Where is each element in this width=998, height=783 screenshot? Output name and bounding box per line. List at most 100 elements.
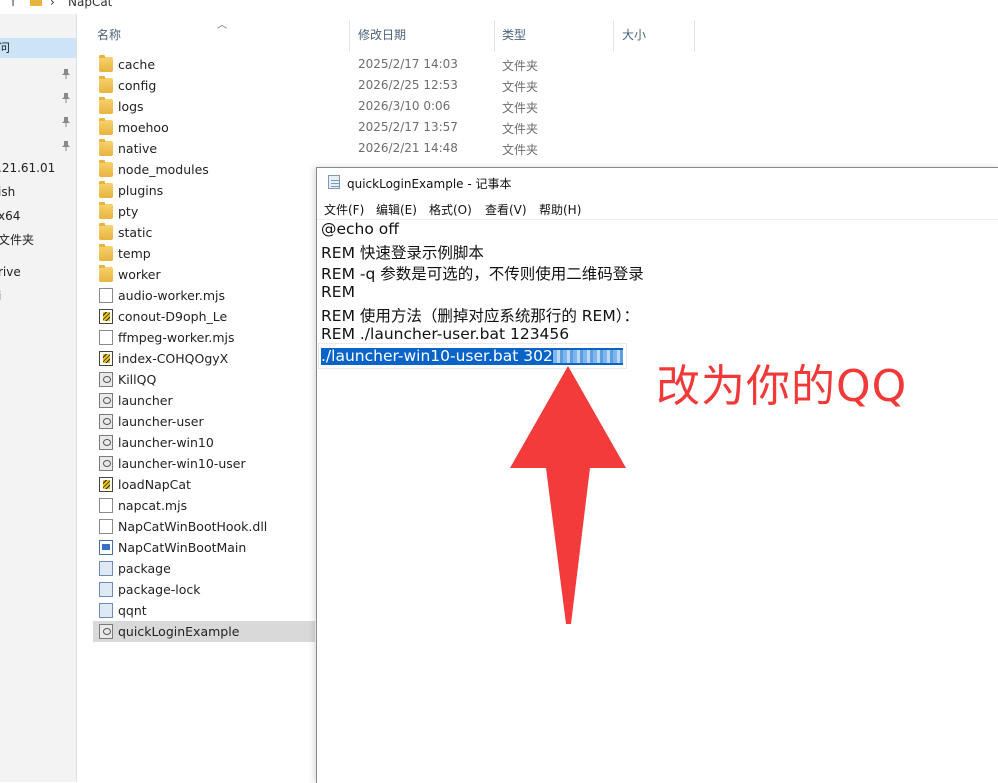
nav-item-label: rive (0, 265, 21, 279)
file-row[interactable]: quickLoginExample (93, 621, 315, 642)
file-row[interactable]: temp (93, 243, 315, 264)
file-row[interactable]: pty (93, 201, 315, 222)
nav-item[interactable]: ish (0, 182, 76, 202)
nav-item-label: .21.61.01 (0, 161, 56, 175)
file-name: loadNapCat (118, 477, 191, 492)
file-date: 2026/2/21 14:48 (358, 141, 458, 155)
file-date: 2025/2/17 13:57 (358, 120, 458, 134)
folder-icon (99, 223, 113, 240)
file-row[interactable]: worker (93, 264, 315, 285)
column-header-date[interactable]: 修改日期 (358, 26, 406, 43)
file-row[interactable]: cache 2025/2/17 14:03 文件夹 (93, 54, 538, 75)
annotation-label: 改为你的QQ (656, 361, 908, 412)
file-row[interactable]: launcher (93, 390, 315, 411)
file-name: launcher-win10 (118, 435, 214, 450)
nav-item[interactable]: rive (0, 262, 76, 282)
file-row[interactable]: KillQQ (93, 369, 315, 390)
pin-icon[interactable] (61, 66, 71, 79)
file-name: config (118, 78, 157, 93)
file-name: moehoo (118, 120, 169, 135)
menu-bar: 文件(F) 编辑(E) 格式(O) 查看(V) 帮助(H) (317, 197, 998, 220)
file-date: 2026/2/25 12:53 (358, 78, 458, 92)
menu-file[interactable]: 文件(F) (324, 201, 364, 218)
file-row[interactable]: qqnt (93, 600, 315, 621)
menu-view[interactable]: 查看(V) (485, 201, 527, 218)
nav-item[interactable]: 文件夹 (0, 230, 76, 250)
column-header-type[interactable]: 类型 (502, 26, 526, 43)
file-type: 文件夹 (502, 101, 539, 115)
nav-item[interactable] (0, 110, 76, 130)
nav-item[interactable]: x64 (0, 206, 76, 226)
file-row[interactable]: NapCatWinBootHook.dll (93, 516, 315, 537)
file-icon (99, 498, 113, 513)
text-line-3: REM -q 参数是可选的，不传则使用二维码登录 (321, 265, 644, 283)
menu-format[interactable]: 格式(O) (429, 201, 472, 218)
file-row[interactable]: plugins (93, 180, 315, 201)
pin-icon[interactable] (61, 114, 71, 127)
window-title: quickLoginExample - 记事本 (347, 177, 512, 191)
nav-item[interactable]: i (0, 286, 76, 306)
file-row[interactable]: moehoo 2025/2/17 13:57 文件夹 (93, 117, 538, 138)
nav-item[interactable]: .21.61.01 (0, 158, 76, 178)
bat-icon (99, 624, 113, 639)
nav-item[interactable]: 问 (0, 38, 76, 58)
up-arrow-icon[interactable]: ↑ (8, 0, 18, 9)
address-bar[interactable]: ↑ › NapCat (0, 0, 998, 12)
file-row[interactable]: loadNapCat (93, 474, 315, 495)
file-row[interactable]: audio-worker.mjs (93, 285, 315, 306)
file-type: 文件夹 (502, 143, 539, 157)
file-name: qqnt (118, 603, 147, 618)
file-icon (99, 519, 113, 534)
file-name: launcher-user (118, 414, 204, 429)
file-row[interactable]: config 2026/2/25 12:53 文件夹 (93, 75, 538, 96)
file-row[interactable]: logs 2026/3/10 0:06 文件夹 (93, 96, 538, 117)
folder-icon (99, 76, 113, 93)
column-headers: ︿ 名称 修改日期 类型 大小 (77, 14, 998, 52)
red-up-arrow-icon (510, 366, 626, 624)
file-row[interactable]: package-lock (93, 579, 315, 600)
column-header-size[interactable]: 大小 (622, 26, 646, 43)
folder-icon (99, 244, 113, 261)
notepad-icon (328, 175, 340, 189)
file-row[interactable]: package (93, 558, 315, 579)
file-row[interactable]: launcher-win10 (93, 432, 315, 453)
file-row[interactable]: napcat.mjs (93, 495, 315, 516)
bat-icon (99, 435, 113, 450)
pin-icon[interactable] (61, 90, 71, 103)
file-name: NapCatWinBootHook.dll (118, 519, 268, 534)
notepad-window: quickLoginExample - 记事本 文件(F) 编辑(E) 格式(O… (316, 167, 998, 783)
file-row[interactable]: native 2026/2/21 14:48 文件夹 (93, 138, 538, 159)
file-name: static (118, 225, 153, 240)
column-header-name[interactable]: 名称 (97, 26, 121, 43)
file-row[interactable]: NapCatWinBootMain (93, 537, 315, 558)
nav-item[interactable] (0, 134, 76, 154)
menu-help[interactable]: 帮助(H) (539, 201, 581, 218)
win-icon (99, 540, 113, 555)
folder-icon (99, 55, 113, 72)
nav-item[interactable] (0, 86, 76, 106)
menu-edit[interactable]: 编辑(E) (376, 201, 417, 218)
file-name: KillQQ (118, 372, 157, 387)
file-name: napcat.mjs (118, 498, 188, 513)
file-row[interactable]: ffmpeg-worker.mjs (93, 327, 315, 348)
file-row[interactable]: launcher-user (93, 411, 315, 432)
text-line-5: REM 使用方法（删掉对应系统那行的 REM）： (321, 307, 639, 325)
folder-icon (99, 139, 113, 156)
nav-item[interactable] (0, 62, 76, 82)
notepad-title-bar[interactable]: quickLoginExample - 记事本 (317, 168, 998, 196)
file-row[interactable]: index-COHQOgyX (93, 348, 315, 369)
file-name: conout-D9oph_Le (118, 309, 228, 324)
file-row[interactable]: node_modules (93, 159, 315, 180)
text-editor-area[interactable]: @echo off REM 快速登录示例脚本 REM -q 参数是可选的，不传则… (317, 219, 998, 783)
file-icon (99, 330, 113, 345)
file-name: audio-worker.mjs (118, 288, 226, 303)
file-name: NapCatWinBootMain (118, 540, 247, 555)
file-row[interactable]: static (93, 222, 315, 243)
file-row[interactable]: launcher-win10-user (93, 453, 315, 474)
file-row[interactable]: conout-D9oph_Le (93, 306, 315, 327)
breadcrumb-napcat[interactable]: NapCat (68, 0, 112, 9)
file-name: plugins (118, 183, 164, 198)
pin-icon[interactable] (61, 138, 71, 151)
file-name: worker (118, 267, 161, 282)
file-name: launcher (118, 393, 173, 408)
